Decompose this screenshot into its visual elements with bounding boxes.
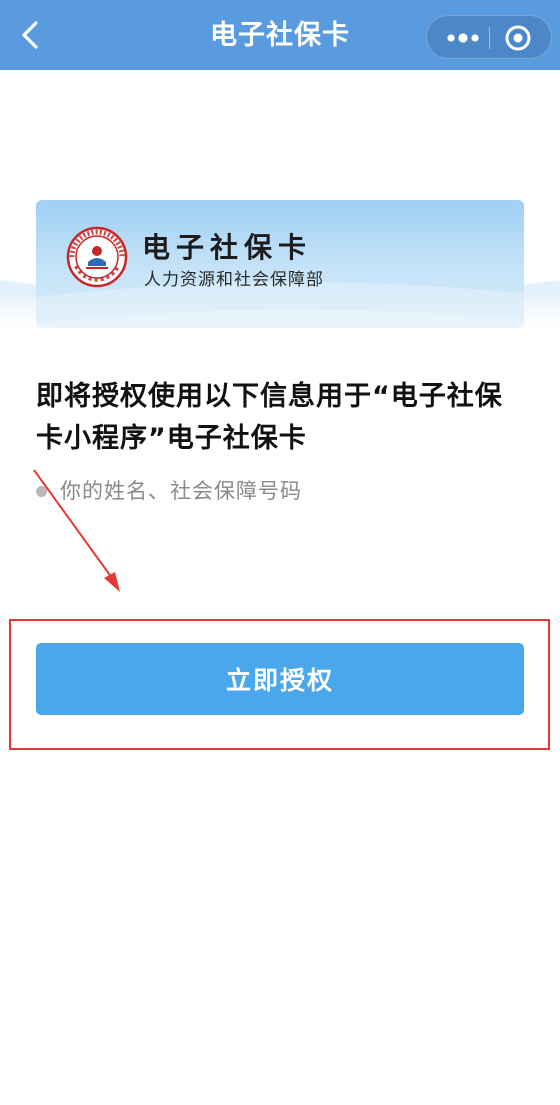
social-security-banner: 电子社保卡 人力资源和社会保障部 [36,200,524,328]
banner-subtitle: 人力资源和社会保障部 [144,270,324,290]
chevron-left-icon[interactable] [14,18,48,52]
target-close-icon[interactable] [504,24,532,52]
social-security-card-logo-icon [66,226,128,288]
bullet-dot-icon [36,486,47,497]
authorization-heading: 即将授权使用以下信息用于“电子社保卡小程序”电子社保卡 [36,381,503,454]
capsule-divider [489,27,490,49]
navigation-bar: 电子社保卡 [0,0,560,70]
annotation-arrow [33,469,120,592]
authorize-button[interactable]: 立即授权 [36,643,524,715]
mini-program-capsule [426,15,552,59]
more-dots-icon[interactable] [441,24,487,52]
info-item-text: 你的姓名、社会保障号码 [60,479,302,503]
banner-title: 电子社保卡 [142,231,313,264]
